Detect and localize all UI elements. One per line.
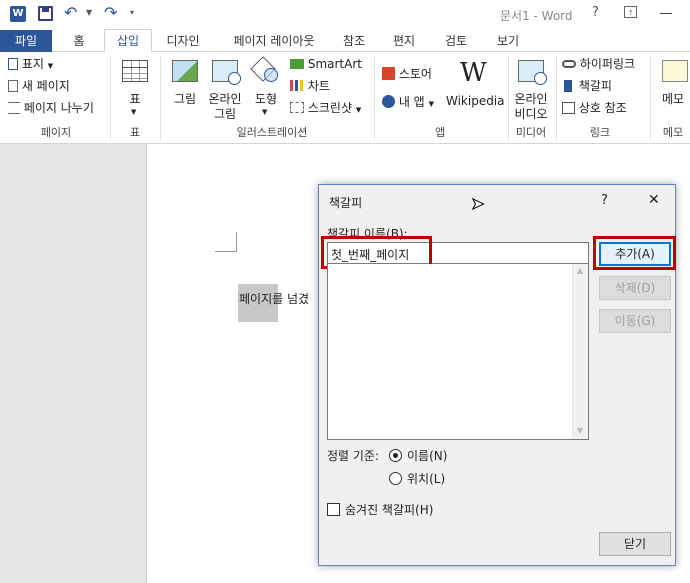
- hidden-bookmarks-label[interactable]: 숨겨진 책갈피(H): [345, 501, 433, 518]
- group-label-pages: 페이지: [40, 126, 72, 139]
- wikipedia-button[interactable]: W Wikipedia: [446, 56, 505, 120]
- title-bar: W ↶ ▼ ↷ ▾ 문서1 - Word ? ↑: [0, 0, 690, 28]
- online-video-button[interactable]: 온라인 비디오: [510, 56, 552, 121]
- tab-home[interactable]: 홈: [62, 32, 96, 52]
- bookmark-button[interactable]: 책갈피: [562, 76, 612, 96]
- cover-page-button[interactable]: 표지 ▼: [8, 54, 53, 74]
- blank-page-icon: [8, 80, 18, 92]
- online-picture-icon: [212, 60, 241, 85]
- customize-toolbar-icon[interactable]: ▾: [130, 8, 134, 17]
- undo-icon[interactable]: ↶: [64, 3, 77, 22]
- screenshot-button[interactable]: 스크린샷 ▼: [290, 98, 361, 118]
- group-label-links: 링크: [589, 126, 611, 139]
- hyperlink-button[interactable]: 하이퍼링크: [562, 54, 635, 74]
- hidden-bookmarks-checkbox[interactable]: [327, 503, 340, 516]
- my-apps-icon: [382, 95, 395, 108]
- tab-insert[interactable]: 삽입: [104, 29, 152, 53]
- chevron-down-icon: ▼: [262, 108, 268, 116]
- sort-by-location-label[interactable]: 위치(L): [407, 470, 445, 487]
- tab-design[interactable]: 디자인: [158, 32, 208, 52]
- ribbon-display-icon[interactable]: ↑: [624, 6, 637, 18]
- hyperlink-icon: [562, 60, 576, 68]
- blank-page-button[interactable]: 새 페이지: [8, 76, 70, 96]
- picture-icon: [172, 60, 198, 82]
- sort-by-location-radio[interactable]: [389, 472, 402, 485]
- bookmark-icon: [564, 80, 572, 92]
- cross-reference-button[interactable]: 상호 참조: [562, 98, 627, 118]
- table-button[interactable]: 표 ▼: [118, 56, 152, 120]
- bookmark-dialog: 책갈피 ➤ ? ✕ 책갈피 이름(B): 첫_번째_페이지 ▲ ▼ 추가(A) …: [318, 184, 676, 566]
- save-icon[interactable]: [38, 6, 53, 21]
- list-scrollbar[interactable]: ▲ ▼: [572, 264, 588, 439]
- group-label-illustrations: 일러스트레이션: [236, 126, 308, 139]
- delete-button[interactable]: 삭제(D): [599, 276, 671, 300]
- shapes-button[interactable]: 도형 ▼: [248, 56, 284, 120]
- tab-references[interactable]: 참조: [334, 32, 374, 52]
- scroll-down-icon[interactable]: ▼: [577, 426, 583, 435]
- tab-review[interactable]: 검토: [436, 32, 476, 52]
- wikipedia-icon: W: [460, 58, 487, 88]
- tab-page-layout[interactable]: 페이지 레이아웃: [222, 32, 326, 52]
- smartart-icon: [290, 59, 304, 69]
- sort-by-name-label[interactable]: 이름(N): [407, 447, 447, 464]
- close-button[interactable]: 닫기: [599, 532, 671, 556]
- mouse-cursor-icon: ➤: [470, 194, 485, 213]
- comment-button[interactable]: 메모: [656, 56, 690, 120]
- document-text[interactable]: 페이지를 넘겼: [239, 290, 309, 307]
- cover-page-icon: [8, 58, 18, 70]
- chart-button[interactable]: 차트: [290, 76, 330, 96]
- dialog-close-icon[interactable]: ✕: [648, 192, 660, 208]
- dialog-help-button[interactable]: ?: [601, 193, 608, 208]
- sort-by-name-radio[interactable]: [389, 449, 402, 462]
- help-icon[interactable]: ?: [592, 5, 599, 20]
- chevron-down-icon: ▼: [428, 100, 434, 108]
- bookmark-list[interactable]: ▲ ▼: [327, 264, 589, 440]
- online-pictures-button[interactable]: 온라인 그림: [205, 56, 245, 121]
- group-label-media: 미디어: [515, 126, 547, 139]
- dialog-title: 책갈피: [329, 196, 363, 210]
- redo-icon[interactable]: ↷: [104, 3, 117, 22]
- group-label-comments: 메모: [662, 126, 684, 139]
- word-app-icon[interactable]: W: [10, 6, 26, 22]
- ribbon-tabs: 파일 홈 삽입 디자인 페이지 레이아웃 참조 편지 검토 보기: [0, 28, 690, 53]
- tab-view[interactable]: 보기: [488, 32, 528, 52]
- smartart-button[interactable]: SmartArt: [290, 54, 362, 74]
- group-label-apps: 앱: [434, 126, 446, 139]
- table-icon: [122, 60, 148, 82]
- window-title: 문서1 - Word: [500, 9, 573, 23]
- cross-reference-icon: [562, 102, 575, 114]
- page-break-icon: [8, 102, 20, 114]
- store-icon: [382, 67, 395, 80]
- store-button[interactable]: 스토어: [382, 64, 432, 84]
- screenshot-icon: [290, 102, 304, 113]
- group-label-table: 표: [129, 126, 141, 139]
- chevron-down-icon: ▼: [355, 106, 362, 114]
- sort-label: 정렬 기준:: [327, 449, 380, 463]
- goto-button[interactable]: 이동(G): [599, 309, 671, 333]
- ribbon-insert: 표지 ▼ 새 페이지 페이지 나누기 페이지 표 ▼ 표 그림 온라인 그림 도…: [0, 52, 690, 144]
- add-highlight-box: [593, 236, 676, 270]
- tab-mailings[interactable]: 편지: [384, 32, 424, 52]
- tab-file[interactable]: 파일: [0, 30, 52, 52]
- chevron-down-icon: ▼: [131, 108, 137, 116]
- undo-dropdown-icon[interactable]: ▼: [86, 8, 92, 17]
- chevron-down-icon: ▼: [47, 62, 54, 70]
- chart-icon: [290, 80, 304, 91]
- page-break-button[interactable]: 페이지 나누기: [8, 98, 94, 118]
- minimize-icon[interactable]: [660, 13, 672, 14]
- scroll-up-icon[interactable]: ▲: [577, 266, 583, 275]
- pictures-button[interactable]: 그림: [168, 56, 202, 120]
- comment-icon: [662, 60, 688, 82]
- my-apps-button[interactable]: 내 앱 ▼: [382, 92, 434, 112]
- online-video-icon: [518, 60, 547, 85]
- margin-corner-mark: [215, 232, 237, 252]
